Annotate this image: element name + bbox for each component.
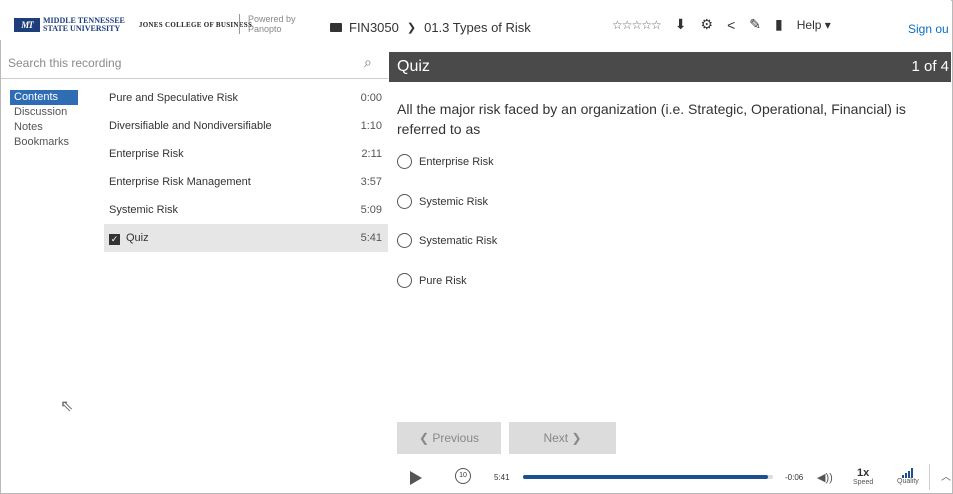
answer-label: Pure Risk (419, 274, 467, 287)
divider (929, 464, 930, 490)
gear-icon[interactable]: ⚙ (701, 16, 714, 33)
radio-button[interactable] (397, 154, 412, 169)
next-button[interactable]: Next ❯ (509, 422, 616, 454)
search-icon[interactable]: ⌕ (364, 54, 372, 71)
toc-row[interactable]: Enterprise Risk 2:11 (104, 140, 388, 168)
quiz-question: All the major risk faced by an organizat… (397, 101, 906, 137)
answer-option[interactable]: Enterprise Risk (397, 154, 494, 169)
breadcrumb-session: 01.3 Types of Risk (424, 20, 531, 35)
progress-fill (523, 475, 768, 479)
table-of-contents: Pure and Speculative Risk 0:00 Diversifi… (104, 84, 388, 252)
quality-button[interactable]: Quality (897, 468, 919, 485)
side-nav: Contents Discussion Notes Bookmarks (10, 90, 100, 150)
rating-stars[interactable]: ☆☆☆☆☆ (612, 18, 662, 32)
nav-bookmarks[interactable]: Bookmarks (10, 135, 100, 150)
university-name: MIDDLE TENNESSEE STATE UNIVERSITY (43, 16, 125, 33)
play-icon[interactable] (410, 471, 422, 485)
checkbox-icon: ✓ (109, 234, 120, 245)
radio-button[interactable] (397, 194, 412, 209)
toc-time: 5:41 (360, 232, 382, 244)
progress-bar[interactable] (523, 475, 773, 479)
college-name: JONES COLLEGE OF BUSINESS (138, 21, 253, 29)
answer-label: Systemic Risk (419, 195, 489, 208)
toc-title: Diversifiable and Nondiversifiable (109, 120, 272, 132)
speed-label: Speed (853, 479, 874, 486)
toc-time: 3:57 (360, 176, 382, 188)
answer-option[interactable]: Pure Risk (397, 273, 467, 288)
toc-time: 5:09 (360, 204, 382, 216)
toc-row[interactable]: Pure and Speculative Risk 0:00 (104, 84, 388, 112)
toc-row[interactable]: Systemic Risk 5:09 (104, 196, 388, 224)
mouse-cursor-icon: ⇖ (60, 398, 74, 415)
quiz-header: Quiz 1 of 4 (389, 52, 951, 82)
toc-row[interactable]: Enterprise Risk Management 3:57 (104, 168, 388, 196)
radio-button[interactable] (397, 233, 412, 248)
download-icon[interactable]: ⬇ (675, 16, 687, 33)
stats-icon[interactable]: ▮ (775, 16, 783, 33)
top-bar: MT MIDDLE TENNESSEE STATE UNIVERSITY JON… (0, 0, 951, 40)
speed-button[interactable]: 1x Speed (853, 467, 874, 487)
quality-label: Quality (897, 478, 919, 485)
toc-time: 0:00 (360, 92, 382, 104)
remaining-time: -0:06 (785, 473, 804, 482)
signal-bars-icon (897, 468, 919, 478)
answer-option[interactable]: Systematic Risk (397, 233, 497, 248)
search-bar: ⌕ (1, 52, 388, 79)
toolbar: ☆☆☆☆☆ ⬇ ⚙ < ✎ ▮ Help ▾ (612, 16, 831, 33)
mt-logo-mark: MT (14, 18, 40, 32)
player-controls: 10 5:41 -0:06 ◀)) 1x Speed Quality ︿ (389, 462, 951, 492)
share-icon[interactable]: < (727, 17, 735, 33)
toc-title: Enterprise Risk Management (109, 176, 251, 188)
answer-label: Systematic Risk (419, 234, 498, 247)
toc-row[interactable]: Diversifiable and Nondiversifiable 1:10 (104, 112, 388, 140)
nav-discussion[interactable]: Discussion (10, 105, 100, 120)
powered-by-panopto: Powered by Panopto (239, 14, 296, 34)
breadcrumb-folder[interactable]: FIN3050 (349, 20, 399, 35)
nav-contents[interactable]: Contents (10, 90, 78, 105)
quiz-counter: 1 of 4 (911, 58, 949, 75)
nav-notes[interactable]: Notes (10, 120, 100, 135)
search-input[interactable] (6, 55, 350, 71)
folder-icon (330, 23, 342, 32)
toc-time: 1:10 (360, 120, 382, 132)
rewind-10-icon[interactable]: 10 (455, 468, 471, 484)
toc-title: Pure and Speculative Risk (109, 92, 239, 104)
toc-title: Quiz (126, 232, 149, 244)
toc-row-selected[interactable]: ✓ Quiz 5:41 (104, 224, 388, 252)
answer-label: Enterprise Risk (419, 155, 494, 168)
quiz-title: Quiz (397, 58, 430, 75)
answer-option[interactable]: Systemic Risk (397, 194, 488, 209)
previous-button[interactable]: ❮ Previous (397, 422, 501, 454)
pencil-icon[interactable]: ✎ (749, 16, 761, 33)
breadcrumb: FIN3050 ❯ 01.3 Types of Risk (330, 20, 531, 35)
speed-value: 1x (857, 467, 870, 479)
chevron-up-icon[interactable]: ︿ (941, 468, 951, 483)
radio-button[interactable] (397, 273, 412, 288)
current-time: 5:41 (494, 473, 510, 482)
toc-time: 2:11 (361, 148, 382, 160)
help-menu[interactable]: Help ▾ (797, 18, 831, 32)
chevron-right-icon: ❯ (406, 22, 417, 34)
toc-title: Enterprise Risk (109, 148, 184, 160)
volume-icon[interactable]: ◀)) (817, 471, 833, 484)
toc-title: Systemic Risk (109, 204, 179, 216)
sign-out-link[interactable]: Sign ou (908, 22, 949, 36)
university-logo[interactable]: MT MIDDLE TENNESSEE STATE UNIVERSITY JON… (14, 17, 252, 33)
